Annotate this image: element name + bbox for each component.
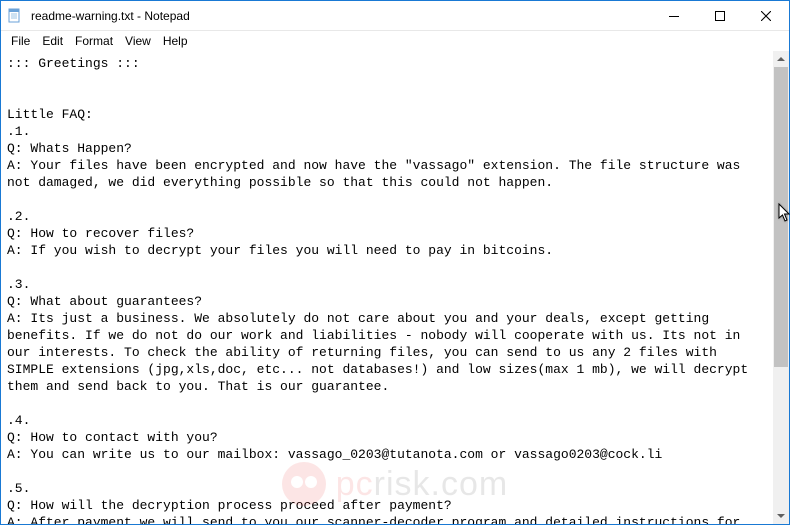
menu-file[interactable]: File (5, 33, 36, 49)
menubar: File Edit Format View Help (1, 31, 789, 51)
vertical-scrollbar[interactable] (773, 51, 789, 524)
scrollbar-thumb[interactable] (774, 67, 788, 367)
close-button[interactable] (743, 1, 789, 31)
scrollbar-track[interactable] (773, 67, 789, 508)
client-area: ::: Greetings ::: Little FAQ: .1. Q: Wha… (1, 51, 789, 524)
maximize-button[interactable] (697, 1, 743, 31)
window-title: readme-warning.txt - Notepad (29, 9, 651, 23)
menu-format[interactable]: Format (69, 33, 119, 49)
menu-help[interactable]: Help (157, 33, 194, 49)
menu-view[interactable]: View (119, 33, 157, 49)
scroll-down-button[interactable] (773, 508, 789, 524)
scroll-up-button[interactable] (773, 51, 789, 67)
notepad-window: readme-warning.txt - Notepad File Edit F… (0, 0, 790, 525)
text-content[interactable]: ::: Greetings ::: Little FAQ: .1. Q: Wha… (1, 51, 773, 524)
notepad-icon (1, 8, 29, 24)
menu-edit[interactable]: Edit (36, 33, 69, 49)
minimize-button[interactable] (651, 1, 697, 31)
titlebar[interactable]: readme-warning.txt - Notepad (1, 1, 789, 31)
